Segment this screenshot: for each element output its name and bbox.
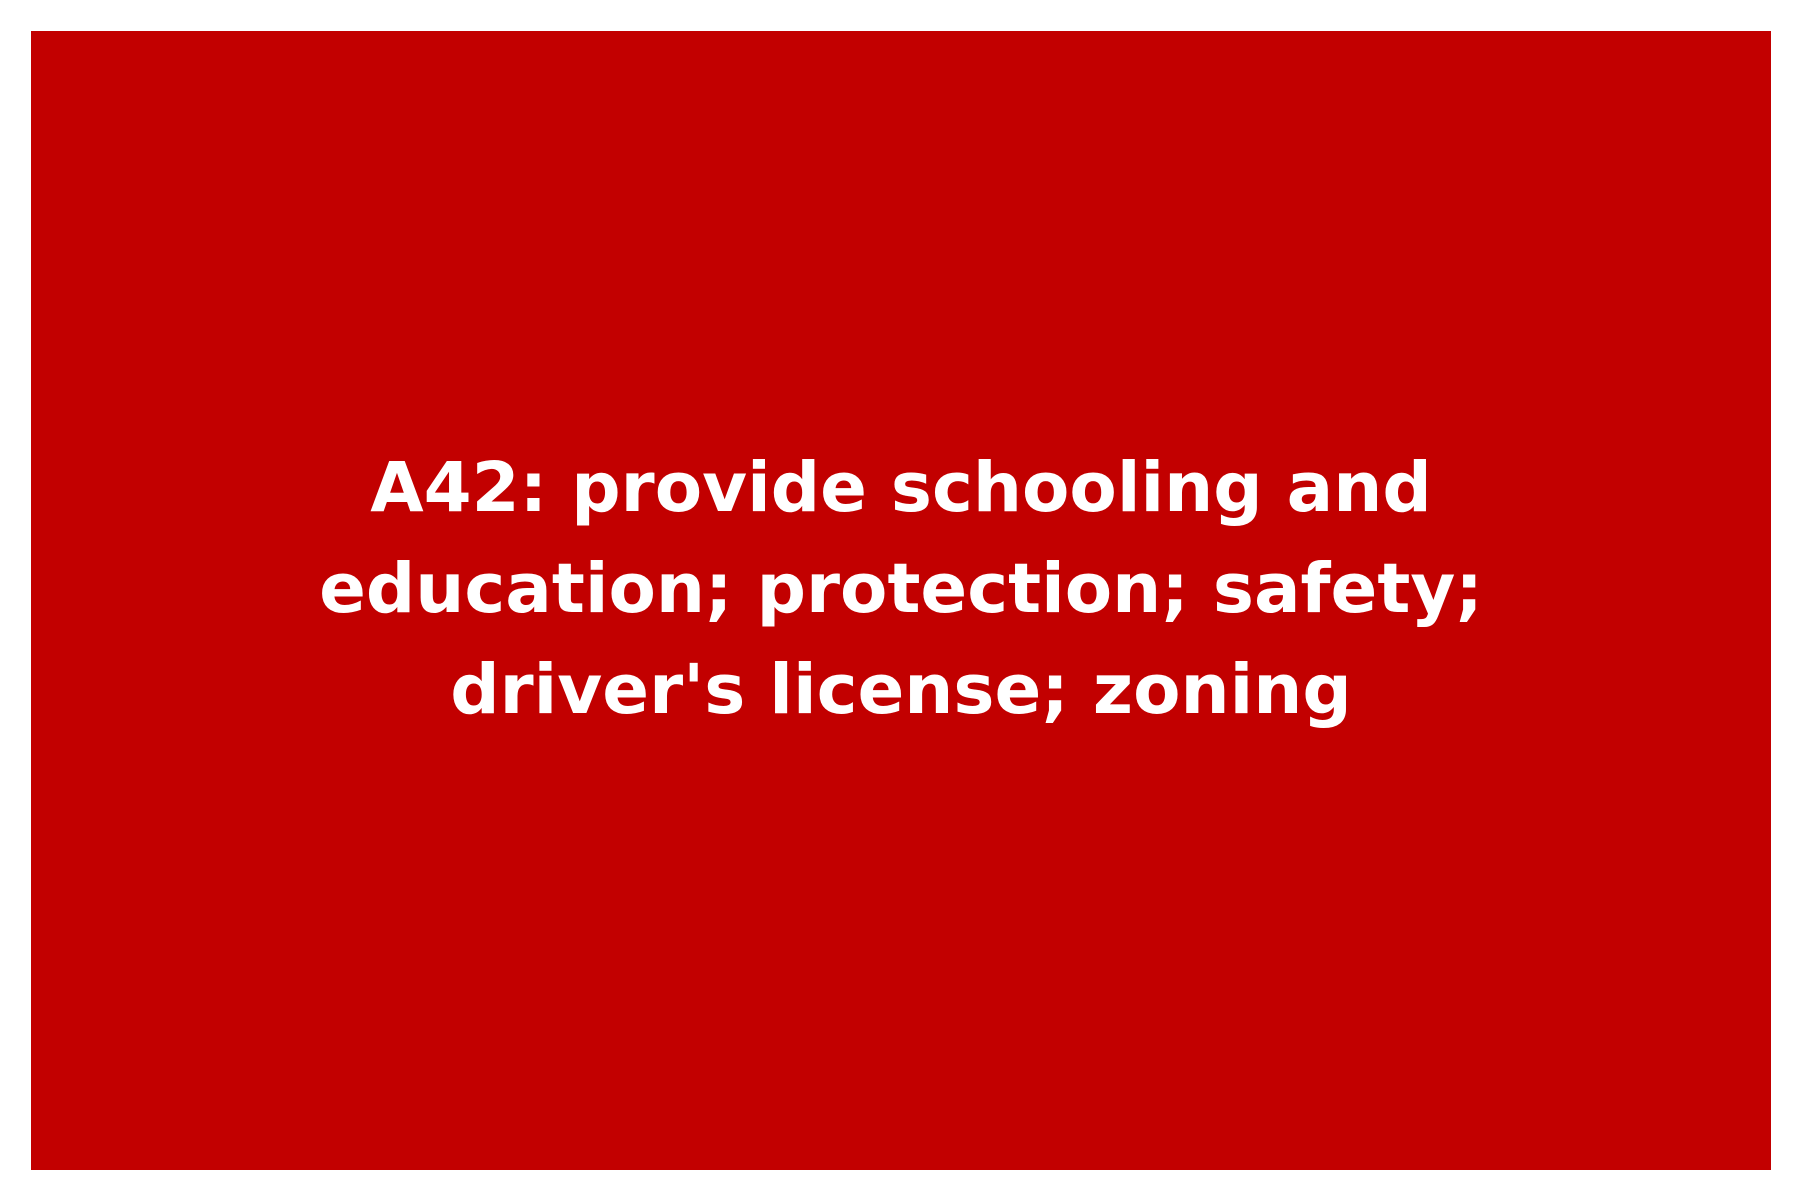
- card-label-line-2: education; protection; safety;: [319, 549, 1483, 629]
- card-label: A42: provide schooling and education; pr…: [251, 438, 1551, 741]
- card-label-line-3: driver's license; zoning: [450, 650, 1352, 730]
- card-label-line-1: A42: provide schooling and: [370, 448, 1432, 528]
- page: A42: provide schooling and education; pr…: [0, 0, 1800, 1200]
- red-label-card: A42: provide schooling and education; pr…: [31, 31, 1771, 1170]
